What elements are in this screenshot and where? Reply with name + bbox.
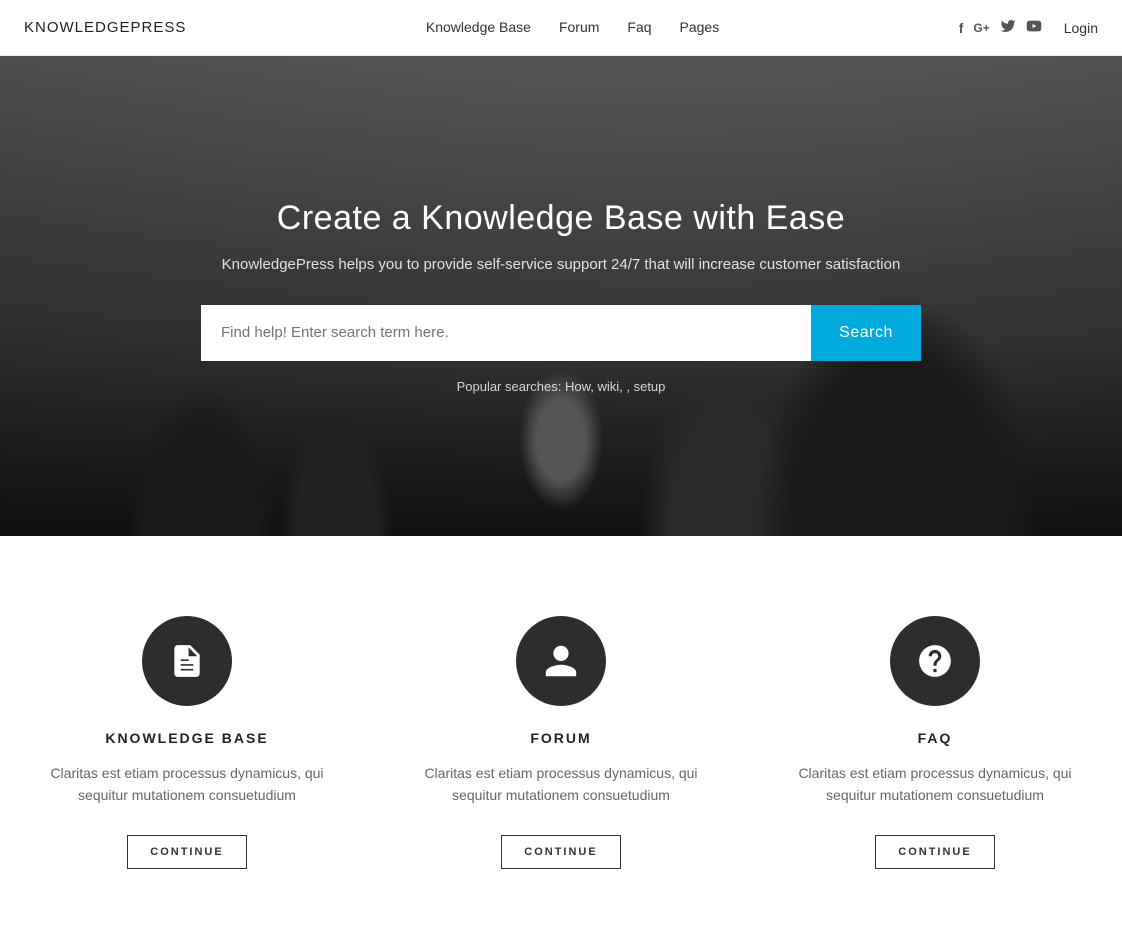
hero-subtitle: KnowledgePress helps you to provide self… [201, 256, 921, 273]
person-icon [542, 642, 580, 680]
navbar-right: f G+ Login [959, 18, 1098, 38]
question-icon [916, 642, 954, 680]
hero-content: Create a Knowledge Base with Ease Knowle… [181, 199, 941, 394]
search-input[interactable] [201, 305, 811, 361]
search-button[interactable]: Search [811, 305, 921, 361]
nav-links: Knowledge Base Forum Faq Pages [426, 19, 719, 37]
card-forum-title: FORUM [530, 730, 591, 746]
navbar: KNOWLEDGEPRESS Knowledge Base Forum Faq … [0, 0, 1122, 56]
nav-forum[interactable]: Forum [559, 19, 599, 35]
card-knowledge-base-desc: Claritas est etiam processus dynamicus, … [40, 762, 334, 807]
knowledge-base-continue-button[interactable]: CONTINUE [127, 835, 246, 869]
card-knowledge-base: KNOWLEDGE BASE Claritas est etiam proces… [40, 616, 334, 869]
card-faq-desc: Claritas est etiam processus dynamicus, … [788, 762, 1082, 807]
knowledge-base-icon-circle [142, 616, 232, 706]
facebook-icon[interactable]: f [959, 20, 964, 36]
faq-continue-button[interactable]: CONTINUE [875, 835, 994, 869]
cards-section: KNOWLEDGE BASE Claritas est etiam proces… [0, 536, 1122, 929]
hero-section: Create a Knowledge Base with Ease Knowle… [0, 56, 1122, 536]
twitter-icon[interactable] [1000, 18, 1016, 38]
hero-title: Create a Knowledge Base with Ease [201, 199, 921, 238]
youtube-icon[interactable] [1026, 18, 1042, 38]
logo-light: PRESS [131, 19, 187, 36]
card-faq-title: FAQ [918, 730, 953, 746]
card-forum-desc: Claritas est etiam processus dynamicus, … [414, 762, 708, 807]
nav-pages[interactable]: Pages [680, 19, 720, 35]
nav-knowledge-base[interactable]: Knowledge Base [426, 19, 531, 35]
forum-icon-circle [516, 616, 606, 706]
card-knowledge-base-title: KNOWLEDGE BASE [105, 730, 268, 746]
card-faq: FAQ Claritas est etiam processus dynamic… [788, 616, 1082, 869]
forum-continue-button[interactable]: CONTINUE [501, 835, 620, 869]
card-forum: FORUM Claritas est etiam processus dynam… [414, 616, 708, 869]
social-icons: f G+ [959, 18, 1042, 38]
login-link[interactable]: Login [1064, 20, 1098, 36]
popular-searches: Popular searches: How, wiki, , setup [201, 379, 921, 394]
googleplus-icon[interactable]: G+ [973, 21, 989, 35]
site-logo[interactable]: KNOWLEDGEPRESS [24, 19, 186, 36]
faq-icon-circle [890, 616, 980, 706]
document-icon [168, 642, 206, 680]
search-bar: Search [201, 305, 921, 361]
nav-faq[interactable]: Faq [627, 19, 651, 35]
cards-grid: KNOWLEDGE BASE Claritas est etiam proces… [40, 616, 1082, 869]
logo-bold: KNOWLEDGE [24, 19, 131, 36]
